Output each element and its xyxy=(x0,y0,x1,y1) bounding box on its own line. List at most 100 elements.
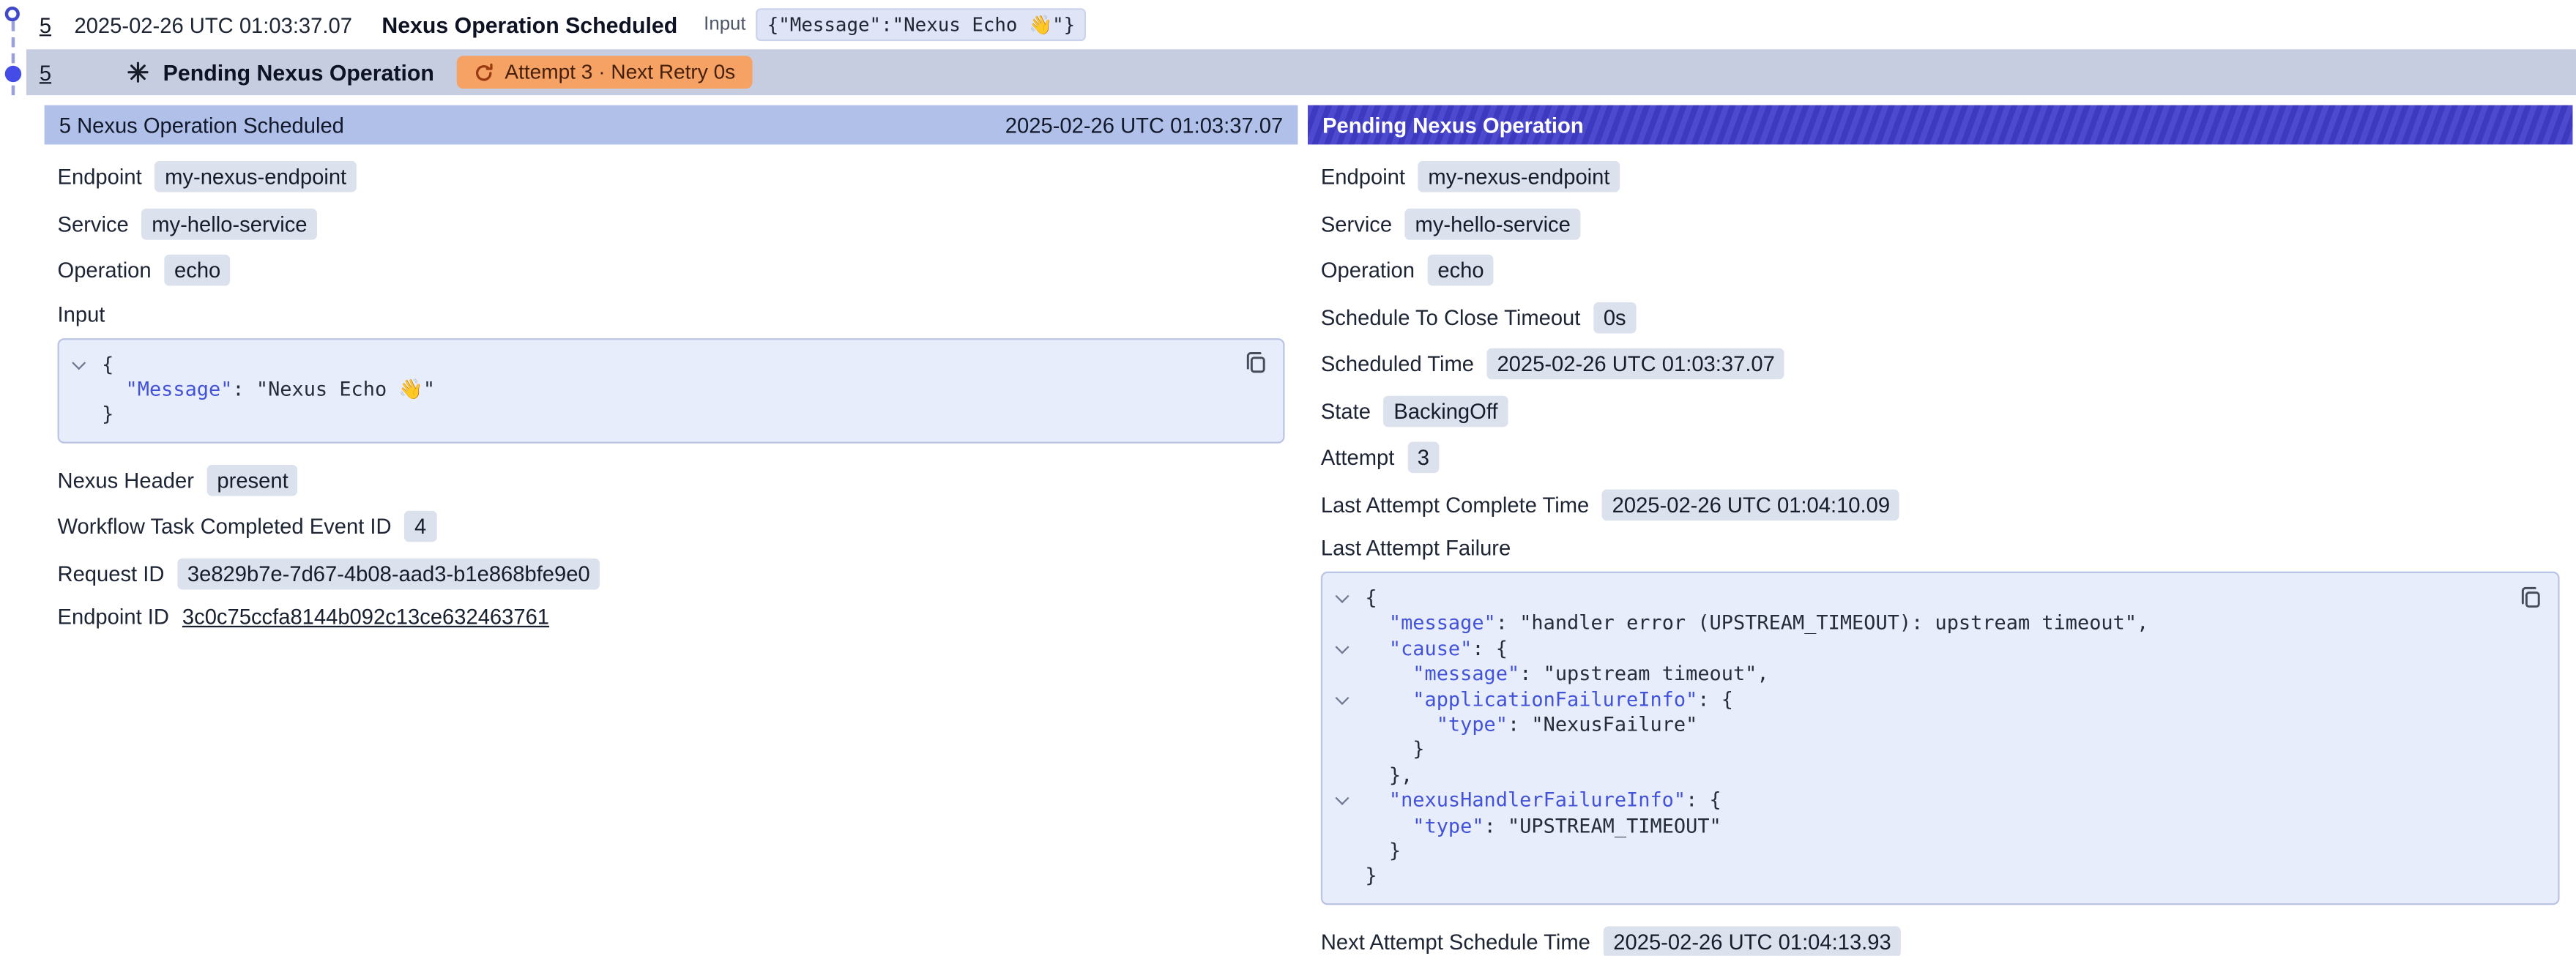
field-value-badge: BackingOff xyxy=(1384,395,1508,427)
code-line: "nexusHandlerFailureInfo": { xyxy=(1322,788,2502,814)
field-label: Operation xyxy=(1321,258,1415,283)
code-line: "Message": "Nexus Echo 👋" xyxy=(59,378,1227,403)
field-value-badge: 0s xyxy=(1593,302,1636,333)
collapse-chevron-icon[interactable] xyxy=(1336,642,1350,657)
event-input-chip: {"Message":"Nexus Echo 👋"} xyxy=(756,8,1087,41)
collapse-chevron-icon[interactable] xyxy=(1336,591,1350,606)
code-line: { xyxy=(1322,586,2502,612)
field-schedule-to-close-timeout: Schedule To Close Timeout 0s xyxy=(1321,302,2560,333)
field-label: Request ID xyxy=(58,561,165,586)
code-line: } xyxy=(1322,840,2502,865)
event-panel-header: 5 Nexus Operation Scheduled 2025-02-26 U… xyxy=(45,105,1298,145)
event-history-row[interactable]: 5 2025-02-26 UTC 01:03:37.07 Nexus Opera… xyxy=(26,0,2576,49)
field-value-badge: 3 xyxy=(1407,442,1439,474)
copy-icon[interactable] xyxy=(1243,349,1270,376)
field-value-badge: 2025-02-26 UTC 01:04:10.09 xyxy=(1602,488,1899,520)
retry-status-badge: Attempt 3 · Next Retry 0s xyxy=(457,56,751,89)
field-value-badge: 2025-02-26 UTC 01:04:13.93 xyxy=(1604,926,1901,956)
collapse-chevron-icon[interactable] xyxy=(1336,793,1350,808)
code-line: "cause": { xyxy=(1322,637,2502,662)
input-json-code: { "Message": "Nexus Echo 👋"} xyxy=(59,352,1227,428)
code-line: } xyxy=(59,403,1227,428)
field-endpoint-id: Endpoint ID 3c0c75ccfa8144b092c13ce63246… xyxy=(58,605,1285,630)
event-timestamp: 2025-02-26 UTC 01:03:37.07 xyxy=(74,12,351,37)
code-line: "type": "NexusFailure" xyxy=(1322,713,2502,739)
field-attempt: Attempt 3 xyxy=(1321,442,2560,474)
field-label: Last Attempt Complete Time xyxy=(1321,492,1589,517)
timeline-rail xyxy=(0,0,26,115)
field-request-id: Request ID 3e829b7e-7d67-4b08-aad3-b1e86… xyxy=(58,558,1285,589)
field-label: Endpoint ID xyxy=(58,605,169,630)
event-panel-title: 5 Nexus Operation Scheduled xyxy=(59,113,344,138)
input-section-label: Input xyxy=(58,302,1285,326)
field-label: Schedule To Close Timeout xyxy=(1321,305,1581,329)
field-value-badge: my-hello-service xyxy=(1405,208,1580,239)
field-value-badge: 3e829b7e-7d67-4b08-aad3-b1e868bfe9e0 xyxy=(177,558,600,589)
copy-icon[interactable] xyxy=(2518,583,2545,609)
code-line: } xyxy=(1322,738,2502,763)
event-input-label: Input xyxy=(704,15,745,34)
field-workflow-task-completed-event-id: Workflow Task Completed Event ID 4 xyxy=(58,511,1285,542)
pending-group-id-link[interactable]: 5 xyxy=(40,60,51,85)
field-service: Service my-hello-service xyxy=(58,208,1285,239)
refresh-icon xyxy=(474,61,495,83)
field-label: Nexus Header xyxy=(58,468,194,493)
field-service: Service my-hello-service xyxy=(1321,208,2560,239)
field-value-badge: 4 xyxy=(405,511,436,542)
event-panel-body: Endpoint my-nexus-endpoint Service my-he… xyxy=(45,144,1298,629)
field-value-badge: my-nexus-endpoint xyxy=(155,161,357,193)
field-scheduled-time: Scheduled Time 2025-02-26 UTC 01:03:37.0… xyxy=(1321,348,2560,380)
field-label: Service xyxy=(1321,211,1392,236)
field-value-badge: echo xyxy=(165,255,231,286)
field-label: Endpoint xyxy=(1321,164,1405,189)
pending-panel-body: Endpoint my-nexus-endpoint Service my-he… xyxy=(1308,144,2573,955)
field-endpoint: Endpoint my-nexus-endpoint xyxy=(58,161,1285,193)
field-label: Workflow Task Completed Event ID xyxy=(58,515,392,539)
workflow-history-view: 5 2025-02-26 UTC 01:03:37.07 Nexus Opera… xyxy=(0,0,2576,956)
failure-json-code: { "message": "handler error (UPSTREAM_TI… xyxy=(1322,586,2502,890)
field-label: Endpoint xyxy=(58,164,142,189)
endpoint-id-link[interactable]: 3c0c75ccfa8144b092c13ce632463761 xyxy=(182,605,549,630)
field-value-badge: present xyxy=(207,464,298,496)
field-label: Service xyxy=(58,211,129,236)
failure-section-label: Last Attempt Failure xyxy=(1321,535,2560,560)
field-last-attempt-complete-time: Last Attempt Complete Time 2025-02-26 UT… xyxy=(1321,488,2560,520)
field-label: Attempt xyxy=(1321,445,1395,470)
input-json-block: { "Message": "Nexus Echo 👋"} xyxy=(58,337,1285,443)
pending-group-row[interactable]: 5 Pending Nexus Operation Attempt 3 · Ne… xyxy=(26,49,2576,95)
field-label: Scheduled Time xyxy=(1321,351,1474,376)
retry-status-label: Attempt 3 · Next Retry 0s xyxy=(505,61,735,83)
field-label: State xyxy=(1321,398,1371,423)
failure-json-block: { "message": "handler error (UPSTREAM_TI… xyxy=(1321,572,2560,905)
field-value-badge: echo xyxy=(1428,255,1494,286)
code-line: "type": "UPSTREAM_TIMEOUT" xyxy=(1322,814,2502,840)
field-value-badge: my-nexus-endpoint xyxy=(1418,161,1620,193)
field-endpoint: Endpoint my-nexus-endpoint xyxy=(1321,161,2560,193)
field-value-badge: my-hello-service xyxy=(142,208,317,239)
pending-panel-header: Pending Nexus Operation xyxy=(1308,105,2573,145)
field-label: Next Attempt Schedule Time xyxy=(1321,930,1590,955)
event-panel-time: 2025-02-26 UTC 01:03:37.07 xyxy=(1005,113,1283,138)
pending-group-title: Pending Nexus Operation xyxy=(163,60,434,85)
field-operation: Operation echo xyxy=(1321,255,2560,286)
event-id-link[interactable]: 5 xyxy=(40,12,51,37)
field-label: Operation xyxy=(58,258,152,283)
collapse-chevron-icon[interactable] xyxy=(72,357,87,372)
code-line: }, xyxy=(1322,763,2502,789)
code-line: "message": "handler error (UPSTREAM_TIME… xyxy=(1322,612,2502,638)
pending-operation-panel: Pending Nexus Operation Endpoint my-nexu… xyxy=(1308,105,2573,956)
timeline-node-dot-icon xyxy=(5,66,21,82)
pending-panel-title: Pending Nexus Operation xyxy=(1322,113,1584,138)
field-operation: Operation echo xyxy=(58,255,1285,286)
event-title: Nexus Operation Scheduled xyxy=(381,12,677,37)
code-line: { xyxy=(59,352,1227,378)
field-state: State BackingOff xyxy=(1321,395,2560,427)
event-detail-panel: 5 Nexus Operation Scheduled 2025-02-26 U… xyxy=(45,105,1298,956)
code-line: "message": "upstream timeout", xyxy=(1322,662,2502,688)
collapse-chevron-icon[interactable] xyxy=(1336,692,1350,707)
field-nexus-header: Nexus Header present xyxy=(58,464,1285,496)
detail-panels: 5 Nexus Operation Scheduled 2025-02-26 U… xyxy=(45,105,2576,956)
timeline-connector-line xyxy=(12,21,15,95)
code-line: } xyxy=(1322,864,2502,890)
timeline-node-circle-icon xyxy=(5,7,20,21)
